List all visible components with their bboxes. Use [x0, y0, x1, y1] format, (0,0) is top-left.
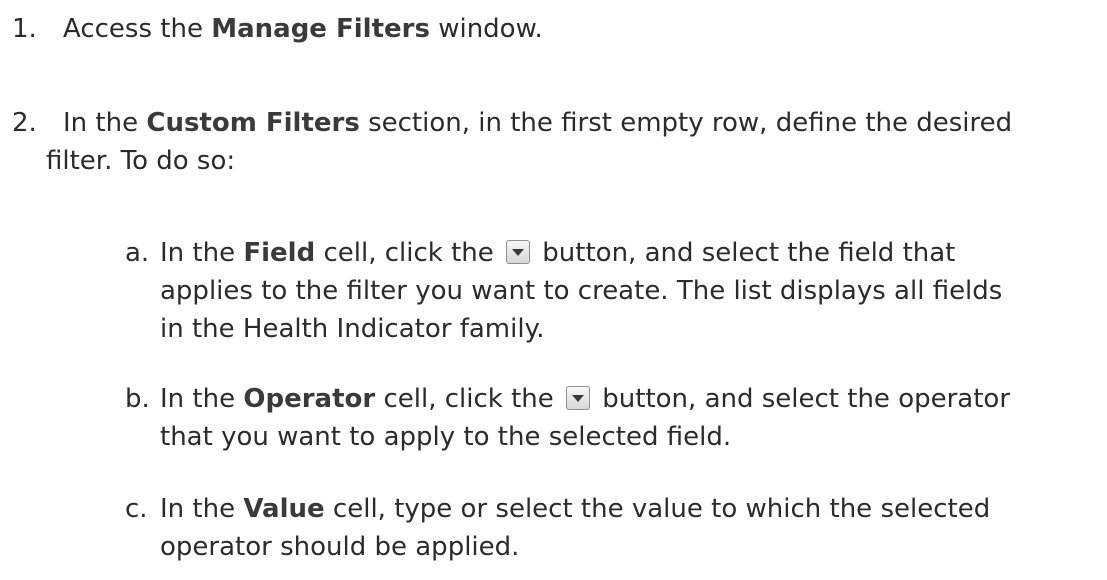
step-text: Access the Manage Filters window. — [63, 14, 543, 44]
dropdown-arrow-icon — [506, 240, 531, 264]
ui-term: Manage Filters — [211, 14, 430, 44]
step-number: 2. — [12, 108, 37, 138]
ui-term: Field — [243, 238, 316, 268]
substep-letter: a. — [125, 238, 150, 268]
ui-term: Operator — [243, 384, 376, 414]
ui-term: Custom Filters — [146, 108, 360, 138]
step-text: In the Custom Filters section, in the fi… — [46, 108, 1013, 176]
substep-text: In the Field cell, click the button, and… — [160, 238, 1003, 344]
dropdown-arrow-icon — [566, 386, 591, 410]
substep-text: In the Value cell, type or select the va… — [160, 494, 991, 562]
ui-term: Value — [243, 494, 325, 524]
substep-letter: c. — [125, 494, 148, 524]
substep-letter: b. — [125, 384, 150, 414]
substep-text: In the Operator cell, click the button, … — [160, 384, 1011, 452]
step-number: 1. — [12, 14, 37, 44]
